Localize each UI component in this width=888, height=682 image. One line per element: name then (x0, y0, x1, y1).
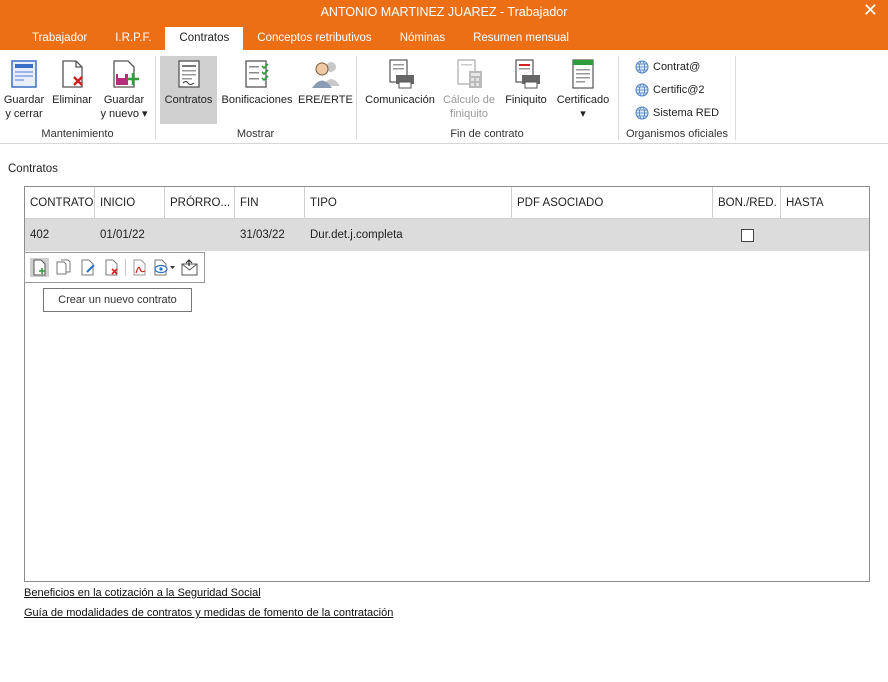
people-icon (312, 62, 340, 88)
column-header-prorroga[interactable]: PRÓRRO... (165, 187, 235, 219)
cell-hasta (781, 219, 869, 251)
delete-document-icon (62, 60, 83, 88)
finiquito-label: Finiquito (505, 94, 547, 106)
link-beneficios-cotizacion[interactable]: Beneficios en la cotización a la Segurid… (24, 587, 261, 599)
tooltip: Crear un nuevo contrato (43, 288, 192, 312)
copy-contract-icon[interactable] (54, 258, 73, 277)
globe-icon (635, 106, 649, 120)
contracts-table: CONTRATO INICIO PRÓRRO... FIN TIPO PDF A… (24, 186, 870, 582)
window-title: ANTONIO MARTINEZ JUAREZ - Trabajador (320, 5, 568, 19)
new-contract-icon[interactable] (30, 258, 49, 277)
group-label-fin-contrato: Fin de contrato (450, 128, 524, 140)
tab-irpf[interactable]: I.R.P.F. (101, 27, 165, 50)
save-new-icon (113, 60, 139, 88)
column-header-fin[interactable]: FIN (235, 187, 305, 219)
title-bar: ANTONIO MARTINEZ JUAREZ - Trabajador ✕ T… (0, 0, 888, 50)
ribbon-tabs: Trabajador I.R.P.F. Contratos Conceptos … (18, 27, 583, 50)
finiquito-button[interactable]: Finiquito (500, 58, 552, 107)
sistema-red-link-button[interactable]: Sistema RED (635, 106, 719, 120)
certifica2-label: Certific@2 (653, 84, 705, 96)
group-label-mantenimiento: Mantenimiento (41, 128, 114, 140)
tab-nominas[interactable]: Nóminas (386, 27, 459, 50)
guardar-cerrar-line1: Guardar (3, 94, 45, 106)
ere-erte-label: ERE/ERTE (298, 94, 353, 106)
column-header-contrato[interactable]: CONTRATO (25, 187, 95, 219)
tab-conceptos-retributivos[interactable]: Conceptos retributivos (243, 27, 385, 50)
print-document-icon (389, 59, 414, 89)
calculo-finiquito-button[interactable]: Cálculo de finiquito (441, 58, 497, 121)
bonificaciones-button[interactable]: Bonificaciones (219, 58, 295, 107)
export-icon[interactable] (180, 258, 199, 277)
column-header-tipo[interactable]: TIPO (305, 187, 512, 219)
cell-fin: 31/03/22 (240, 229, 285, 241)
calculo-finiquito-line1: Cálculo de (443, 94, 495, 106)
sistema-red-label: Sistema RED (653, 107, 720, 119)
guardar-nuevo-line1: Guardar (103, 94, 145, 106)
column-header-inicio[interactable]: INICIO (95, 187, 165, 219)
table-row[interactable]: 402 01/01/22 31/03/22 Dur.det.j.completa (25, 219, 869, 251)
contratos-button[interactable]: Contratos (160, 56, 217, 124)
bonificaciones-label: Bonificaciones (221, 94, 293, 106)
certificate-document-icon (572, 59, 594, 89)
eliminar-label: Eliminar (52, 94, 92, 106)
cell-contrato: 402 (30, 229, 50, 241)
table-header: CONTRATO INICIO PRÓRRO... FIN TIPO PDF A… (25, 187, 869, 219)
cell-pdf-asociado (512, 219, 713, 251)
chevron-down-icon[interactable]: ▾ (580, 108, 586, 120)
pdf-icon[interactable] (130, 258, 149, 277)
bon-red-checkbox[interactable] (741, 229, 754, 242)
ribbon-separator (735, 56, 736, 140)
save-close-icon (11, 60, 37, 88)
bonificaciones-checklist-icon (245, 60, 269, 88)
view-dropdown-icon[interactable] (152, 258, 176, 277)
certifica2-link-button[interactable]: Certific@2 (635, 83, 705, 97)
guardar-nuevo-button[interactable]: Guardar y nuevo ▾ (98, 58, 150, 121)
cell-prorroga (165, 219, 235, 251)
contrata-label: Contrat@ (653, 61, 701, 73)
toolbar-separator (125, 259, 126, 276)
close-icon[interactable]: ✕ (863, 0, 878, 21)
ere-erte-button[interactable]: ERE/ERTE (298, 58, 353, 107)
edit-contract-icon[interactable] (78, 258, 97, 277)
eliminar-button[interactable]: Eliminar (49, 58, 95, 107)
contratos-label: Contratos (164, 94, 213, 106)
delete-contract-icon[interactable] (102, 258, 121, 277)
comunicacion-label: Comunicación (365, 94, 435, 106)
tab-resumen-mensual[interactable]: Resumen mensual (459, 27, 583, 50)
guardar-cerrar-line2: y cerrar (5, 108, 43, 120)
tab-trabajador[interactable]: Trabajador (18, 27, 101, 50)
comunicacion-button[interactable]: Comunicación (361, 58, 439, 107)
section-title: Contratos (8, 163, 58, 175)
guardar-nuevo-line2: y nuevo ▾ (100, 108, 148, 120)
certificado-button[interactable]: Certificado ▾ (553, 58, 613, 121)
cell-inicio: 01/01/22 (100, 229, 145, 241)
link-guia-modalidades[interactable]: Guía de modalidades de contratos y medid… (24, 607, 393, 619)
contrata-link-button[interactable]: Contrat@ (635, 60, 700, 74)
group-label-organismos: Organismos oficiales (625, 128, 729, 140)
calculator-document-icon (457, 59, 482, 88)
guardar-cerrar-button[interactable]: Guardar y cerrar (2, 58, 46, 121)
row-toolbar (24, 252, 205, 283)
calculo-finiquito-line2: finiquito (450, 108, 488, 120)
print-finiquito-icon (515, 59, 540, 89)
contracts-document-icon (177, 60, 200, 88)
column-header-bon-red[interactable]: BON./RED. (713, 187, 781, 219)
tab-contratos[interactable]: Contratos (165, 27, 244, 50)
group-label-mostrar: Mostrar (236, 128, 275, 140)
column-header-pdf-asociado[interactable]: PDF ASOCIADO (512, 187, 713, 219)
cell-tipo: Dur.det.j.completa (310, 229, 403, 241)
column-header-hasta[interactable]: HASTA (781, 187, 869, 219)
globe-icon (635, 83, 649, 97)
certificado-label: Certificado (556, 94, 610, 106)
globe-icon (635, 60, 649, 74)
